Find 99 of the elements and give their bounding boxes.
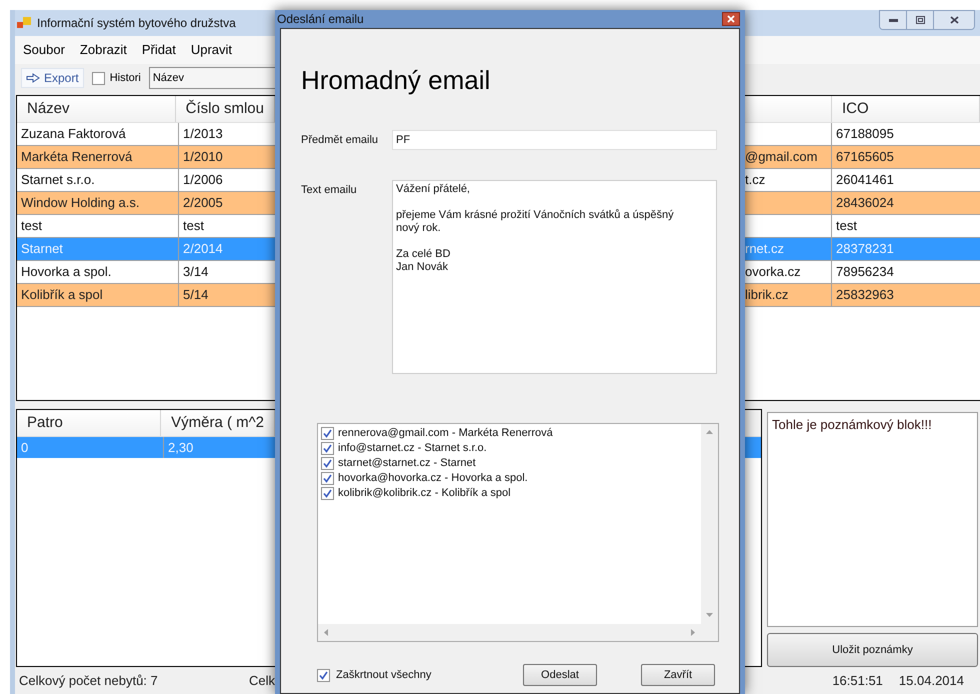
checkbox[interactable] [321, 472, 334, 485]
table-cell: Zuzana Faktorová [17, 123, 179, 145]
table-row[interactable]: ovorka.cz 78956234 [745, 261, 980, 284]
dialog-button[interactable]: Zavřít [641, 664, 715, 686]
recipient-item[interactable]: rennerova@gmail.com - Markéta Renerrová [338, 425, 553, 442]
table-cell-text: 28436024 [835, 194, 895, 212]
sort-dropdown[interactable]: Název [148, 67, 275, 89]
menu-item[interactable]: Soubor [23, 40, 65, 60]
table-row[interactable]: test [745, 215, 980, 238]
table-cell: Starnet [17, 238, 179, 260]
checkbox[interactable] [321, 427, 334, 440]
table-cell-text: t.cz [745, 171, 766, 190]
checkbox[interactable] [321, 487, 334, 500]
checkbox-label: Zaškrtnout všechny [336, 668, 432, 683]
arrow-icon [26, 73, 40, 83]
menu-item[interactable]: Zobrazit [80, 40, 127, 60]
table-cell-text: 5/14 [182, 286, 210, 304]
table-row[interactable]: 28436024 [745, 192, 980, 215]
minimize-button[interactable] [880, 11, 907, 29]
maximize-button[interactable] [907, 11, 934, 29]
table-cell-text: 3/14 [182, 263, 210, 282]
status-date: 15.04.2014 [898, 672, 964, 690]
table-cell: Window Holding a.s. [17, 192, 179, 214]
notes-field[interactable]: Tohle je poznámkový blok!!! [767, 412, 978, 627]
field-label: Předmět emailu [301, 132, 380, 148]
table-cell-text: 1/2013 [182, 125, 224, 144]
status-text: Celk [248, 672, 275, 690]
right-arrow-icon [691, 629, 695, 636]
table-row[interactable]: Window Holding a.s. 2/2005 [17, 192, 275, 215]
table-row[interactable]: Starnet s.r.o. 1/2006 [17, 169, 275, 192]
table-cell-text: 67165605 [835, 148, 895, 166]
table-cell-text: 2,30 [167, 438, 194, 457]
message-field[interactable]: Vážení přátelé, přejeme Vám krásné prožití Vánočních svátků a úspěšný nový rok. Za celé BD Jan Novák [392, 180, 717, 374]
table-cell-text: librik.cz [745, 286, 788, 304]
horizontal-scrollbar[interactable] [318, 624, 701, 641]
table-row[interactable]: t.cz 26041461 [745, 169, 980, 192]
close-icon [727, 15, 735, 23]
table-cell: Kolibřík a spol [17, 284, 179, 306]
close-button[interactable] [722, 12, 740, 26]
checkbox[interactable] [321, 457, 334, 470]
recipient-item[interactable]: kolibrik@kolibrik.cz - Kolibřík a spol [338, 485, 511, 502]
status-time: 16:51:51 [832, 672, 883, 690]
close-icon [950, 16, 958, 24]
up-arrow-icon [706, 430, 713, 434]
subject-field[interactable]: PF [392, 130, 717, 150]
table-row[interactable]: Hovorka a spol. 3/14 [17, 261, 275, 284]
close-button[interactable] [934, 11, 974, 29]
dialog-heading: Hromadný email [301, 64, 492, 97]
menu-item[interactable]: Přidat [142, 40, 176, 60]
maximize-icon [916, 16, 924, 24]
left-arrow-icon [324, 629, 328, 636]
minimize-icon [888, 18, 898, 22]
field-label: Text emailu [301, 183, 358, 198]
table-cell-text: 2/2005 [182, 194, 224, 212]
table-cell-text: 1/2010 [182, 148, 224, 166]
dialog-title: Odeslání emailu [277, 11, 364, 28]
table-row[interactable]: librik.cz 25832963 [745, 284, 980, 307]
table-cell-text: ovorka.cz [745, 263, 801, 282]
recipient-item[interactable]: starnet@starnet.cz - Starnet [338, 455, 476, 472]
table-cell-text: @gmail.com [745, 148, 818, 166]
table-row[interactable]: Kolibřík a spol 5/14 [17, 284, 275, 307]
table-cell-text: 1/2006 [182, 171, 224, 190]
table-cell: Starnet s.r.o. [17, 169, 179, 191]
table-cell-text: rnet.cz [745, 240, 784, 258]
checkbox-label: Histori [110, 70, 141, 86]
table-cell-text: 28378231 [835, 240, 895, 258]
table-cell-text: 25832963 [835, 286, 895, 304]
dialog-button[interactable]: Odeslat [523, 664, 597, 686]
column-header[interactable]: Patro [17, 410, 162, 436]
table-cell: Hovorka a spol. [17, 261, 179, 283]
save-notes-button[interactable]: Uložit poznámky [767, 633, 978, 667]
status-text: Celkový počet nebytů: 7 [19, 672, 158, 690]
table-row[interactable]: @gmail.com 67165605 [745, 146, 980, 169]
column-header[interactable]: Název [17, 96, 176, 122]
table-cell-text: 78956234 [835, 263, 895, 282]
table-row[interactable]: Markéta Renerrová 1/2010 [17, 146, 275, 169]
table-row[interactable]: Zuzana Faktorová 1/2013 [17, 123, 275, 146]
vertical-scrollbar[interactable] [701, 424, 718, 641]
table-cell-text: 2/2014 [182, 240, 224, 258]
checkbox[interactable] [317, 668, 330, 682]
menu-item[interactable]: Upravit [190, 40, 232, 60]
recipient-item[interactable]: hovorka@hovorka.cz - Hovorka a spol. [338, 470, 528, 487]
recipient-item[interactable]: info@starnet.cz - Starnet s.r.o. [338, 440, 487, 457]
checkbox[interactable] [321, 442, 334, 455]
checkbox[interactable] [92, 72, 105, 84]
export-button[interactable]: Export [21, 68, 84, 88]
table-cell-text: 67188095 [835, 125, 895, 144]
table-cell: 0 [17, 437, 164, 458]
table-cell: test [17, 215, 179, 237]
table-cell-text: test [835, 217, 858, 236]
table-cell: Markéta Renerrová [17, 146, 179, 168]
app-icon [17, 17, 31, 29]
table-row[interactable]: 67188095 [745, 123, 980, 146]
table-cell-text: 26041461 [835, 171, 895, 190]
checkmark-icon [319, 670, 328, 680]
table-cell-text: test [182, 217, 205, 236]
window-title: Informační systém bytového družstva [37, 15, 236, 32]
table-row[interactable]: test test [17, 215, 275, 238]
down-arrow-icon [706, 613, 713, 617]
